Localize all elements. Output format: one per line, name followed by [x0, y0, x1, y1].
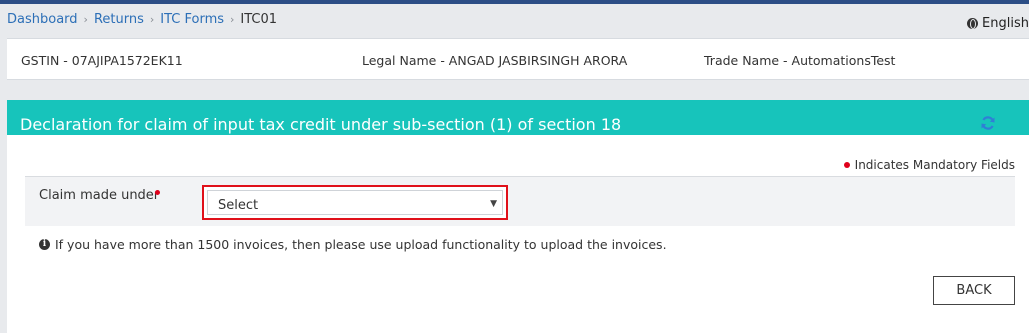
info-circle-icon: i: [39, 239, 50, 250]
breadcrumb-current: ITC01: [240, 12, 278, 27]
back-button[interactable]: BACK: [933, 276, 1015, 305]
required-dot-icon: [843, 162, 850, 168]
caret-down-icon: ▼: [490, 199, 497, 209]
breadcrumb: Dashboard › Returns › ITC Forms › ITC01: [7, 12, 277, 27]
legal-name-text: Legal Name - ANGAD JASBIRSINGH ARORA: [362, 53, 628, 68]
invoice-limit-text: If you have more than 1500 invoices, the…: [55, 237, 667, 252]
chevron-right-icon: ›: [230, 13, 235, 26]
declaration-panel: Declaration for claim of input tax credi…: [7, 100, 1029, 333]
invoice-limit-note: i If you have more than 1500 invoices, t…: [39, 237, 667, 252]
mandatory-fields-note: Indicates Mandatory Fields: [843, 158, 1015, 172]
chevron-right-icon: ›: [149, 13, 155, 26]
required-dot-icon: [155, 190, 160, 195]
language-selector[interactable]: English: [967, 16, 1029, 31]
breadcrumb-itc-forms[interactable]: ITC Forms: [160, 12, 224, 27]
mandatory-text: Indicates Mandatory Fields: [854, 158, 1015, 172]
globe-icon: [967, 18, 979, 29]
claim-select-highlight: Select ▼: [202, 185, 508, 220]
claim-form-row: Claim made under Select ▼: [25, 176, 1015, 226]
breadcrumb-dashboard[interactable]: Dashboard: [7, 12, 78, 27]
trade-name-text: Trade Name - AutomationsTest: [704, 53, 896, 68]
claim-made-under-select[interactable]: Select ▼: [207, 190, 503, 215]
gstin-text: GSTIN - 07AJIPA1572EK11: [21, 53, 183, 68]
refresh-icon[interactable]: [980, 115, 996, 131]
breadcrumb-row: Dashboard › Returns › ITC Forms › ITC01 …: [0, 4, 1029, 34]
panel-header: Declaration for claim of input tax credi…: [7, 100, 1029, 135]
panel-title: Declaration for claim of input tax credi…: [20, 115, 622, 134]
claim-select-value: Select: [218, 198, 259, 213]
taxpayer-info-card: GSTIN - 07AJIPA1572EK11 Legal Name - ANG…: [7, 38, 1029, 80]
breadcrumb-returns[interactable]: Returns: [94, 12, 144, 27]
claim-made-under-label: Claim made under: [39, 188, 160, 203]
chevron-right-icon: ›: [83, 13, 88, 26]
language-label: English: [982, 16, 1029, 31]
